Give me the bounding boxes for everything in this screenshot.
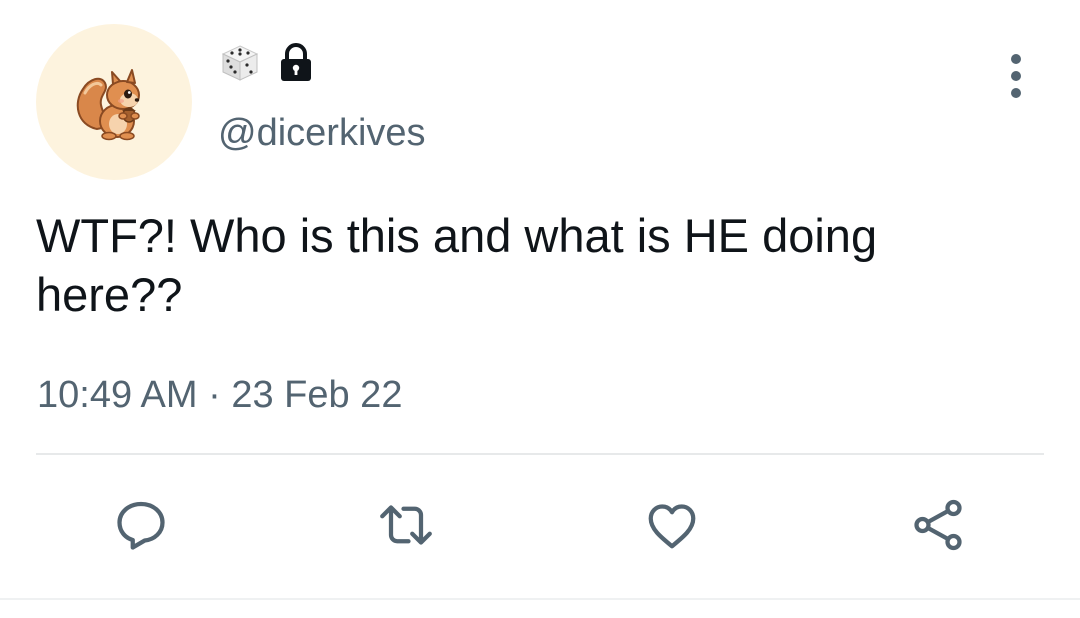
more-options-icon[interactable] (1001, 54, 1031, 98)
share-button[interactable] (903, 490, 973, 560)
more-dot (1011, 88, 1021, 98)
reply-button[interactable] (106, 490, 176, 560)
tweet-card: @dicerkives WTF?! Who is this and what i… (0, 0, 1080, 618)
die-emoji-icon (221, 45, 259, 81)
retweet-icon (380, 505, 432, 545)
heart-icon (648, 504, 696, 549)
like-button[interactable] (637, 490, 707, 560)
tweet-timestamp[interactable]: 10:49 AM · 23 Feb 22 (37, 372, 402, 418)
avatar[interactable] (36, 24, 192, 180)
retweet-button[interactable] (371, 490, 441, 560)
more-dot (1011, 54, 1021, 64)
reply-icon (117, 501, 165, 550)
more-dot (1011, 71, 1021, 81)
lock-icon (281, 43, 311, 81)
action-bar (0, 490, 1080, 560)
divider (36, 453, 1044, 455)
display-name[interactable] (220, 42, 314, 84)
tweet-text: WTF?! Who is this and what is HE doing h… (36, 209, 878, 321)
squirrel-avatar-icon (76, 69, 140, 141)
share-icon (914, 499, 962, 551)
bottom-divider (0, 598, 1080, 600)
user-handle[interactable]: @dicerkives (218, 110, 426, 156)
